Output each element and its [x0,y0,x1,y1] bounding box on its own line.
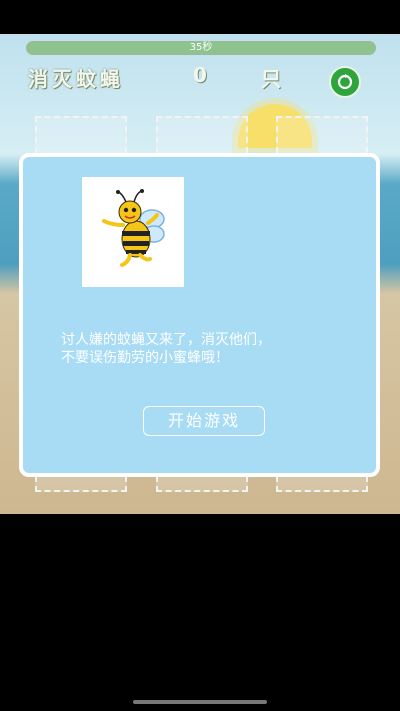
intro-message: 讨人嫌的蚊蝇又来了，消灭他们， 不要误伤勤劳的小蜜蜂哦！ [61,331,361,367]
game-title: 消灭蚊蝇 [28,67,124,91]
refresh-icon [337,74,353,90]
bee-image [82,177,184,287]
kill-count: 0 [193,63,207,87]
timer-progress-bar: 35秒 [26,41,376,55]
intro-message-line: 不要误伤勤劳的小蜜蜂哦！ [61,350,229,366]
bee-icon [102,189,165,267]
home-indicator [133,700,267,704]
start-game-button[interactable]: 开始游戏 [143,406,265,436]
intro-message-line: 讨人嫌的蚊蝇又来了，消灭他们， [61,332,271,348]
refresh-button[interactable] [329,66,361,98]
intro-dialog: 讨人嫌的蚊蝇又来了，消灭他们， 不要误伤勤劳的小蜜蜂哦！ 开始游戏 [19,153,380,477]
kill-count-unit: 只 [261,67,281,91]
timer-text: 35秒 [189,42,213,53]
